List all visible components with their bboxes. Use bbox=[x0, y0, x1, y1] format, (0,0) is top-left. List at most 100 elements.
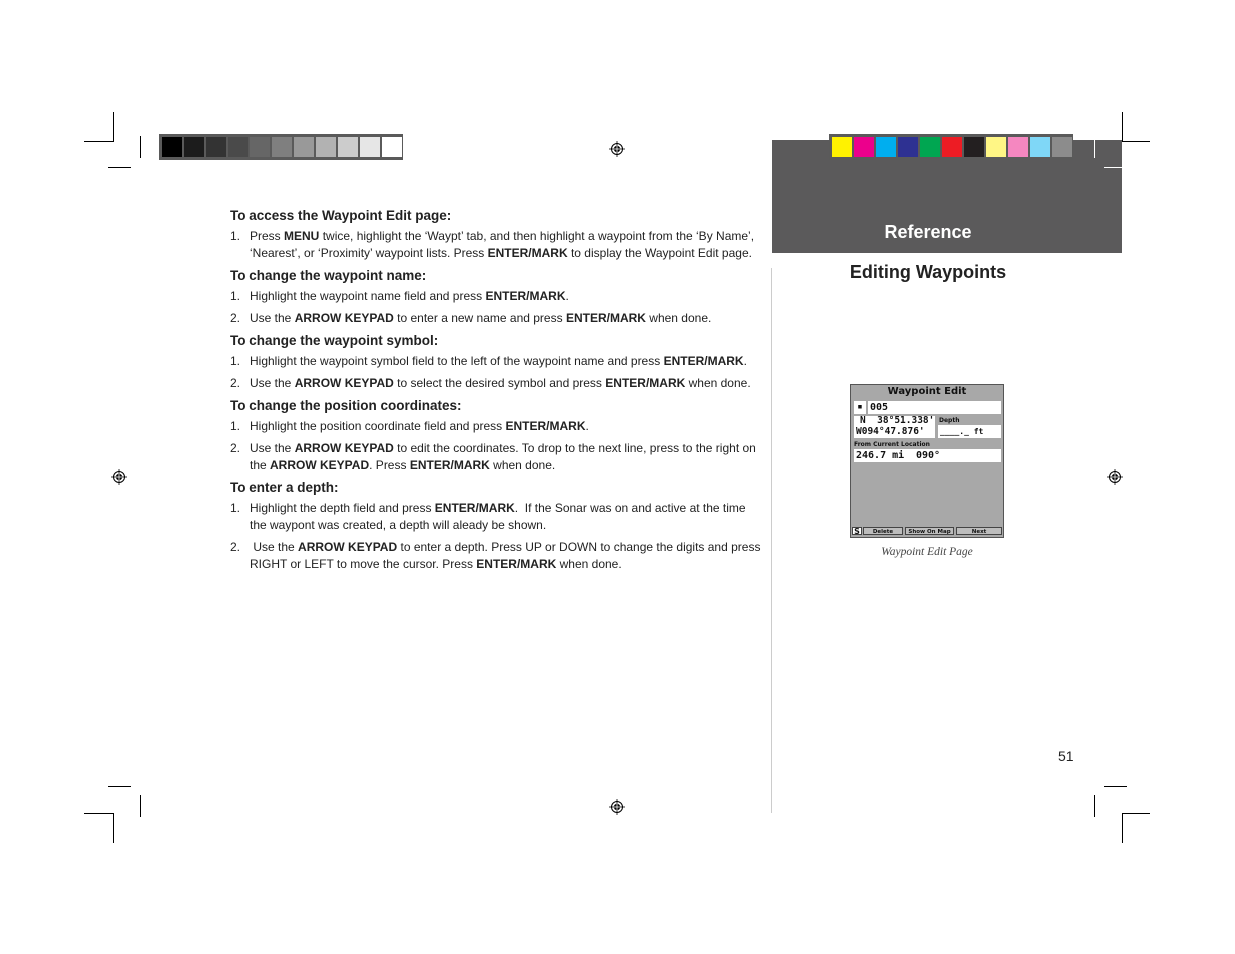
step-text: Press MENU twice, highlight the ‘Waypt’ … bbox=[250, 229, 755, 260]
calibration-swatch bbox=[876, 137, 896, 157]
calibration-swatch bbox=[1008, 137, 1028, 157]
page-title: Editing Waypoints bbox=[849, 262, 1007, 282]
instruction-heading: To change the waypoint name: bbox=[230, 268, 427, 283]
crop-mark bbox=[1104, 167, 1127, 168]
calibration-swatch bbox=[360, 137, 380, 157]
waypoint-name: 005 bbox=[870, 402, 889, 413]
crop-mark bbox=[1122, 813, 1150, 814]
registration-mark-icon bbox=[609, 799, 625, 815]
waypoint-edit-screen: Waypoint Edit ▪ 005 N 38°51.338' W094°47… bbox=[850, 384, 1004, 538]
step-number: 2. bbox=[230, 376, 241, 390]
crop-mark bbox=[108, 167, 131, 168]
crop-mark bbox=[1122, 141, 1150, 142]
calibration-swatch bbox=[986, 137, 1006, 157]
calibration-swatch bbox=[162, 137, 182, 157]
registration-mark-icon bbox=[111, 469, 127, 485]
step-number: 2. bbox=[230, 311, 241, 325]
calibration-swatch bbox=[832, 137, 852, 157]
instruction-heading: To change the position coordinates: bbox=[230, 398, 462, 413]
next-button[interactable]: Next bbox=[956, 527, 1002, 535]
calibration-swatch bbox=[854, 137, 874, 157]
step-text: Use the ARROW KEYPAD to edit the coordin… bbox=[250, 441, 756, 472]
crop-mark bbox=[1122, 112, 1123, 142]
instruction-heading: To change the waypoint symbol: bbox=[230, 333, 439, 348]
calibration-swatch bbox=[1030, 137, 1050, 157]
column-divider bbox=[771, 268, 772, 813]
from-current-location-label: From Current Location bbox=[854, 441, 930, 448]
registration-mark-icon bbox=[609, 141, 625, 157]
step-number: 2. bbox=[230, 540, 241, 554]
calibration-swatch bbox=[294, 137, 314, 157]
instruction-step: 1. Press MENU twice, highlight the ‘Waypt… bbox=[230, 228, 762, 262]
step-number: 1. bbox=[230, 229, 241, 243]
instruction-step: 1. Highlight the waypoint symbol field to… bbox=[230, 353, 762, 370]
screen-title: Waypoint Edit bbox=[887, 386, 967, 397]
symbol-field[interactable]: ▪ bbox=[854, 401, 866, 414]
step-number: 1. bbox=[230, 289, 241, 303]
calibration-swatch bbox=[250, 137, 270, 157]
soft-key-indicator: S bbox=[852, 527, 862, 536]
calibration-swatch bbox=[964, 137, 984, 157]
depth-field[interactable]: ____._ ft bbox=[938, 425, 1001, 438]
distance-bearing-field: 246.7 mi 090° bbox=[854, 449, 1001, 462]
grayscale-calibration-bar bbox=[159, 134, 403, 160]
instruction-step: 2. Use the ARROW KEYPAD to edit the coord… bbox=[230, 440, 762, 474]
registration-mark-icon bbox=[1107, 469, 1123, 485]
step-text: Use the ARROW KEYPAD to enter a depth. P… bbox=[250, 540, 761, 571]
show-on-map-button[interactable]: Show On Map bbox=[905, 527, 954, 535]
name-field[interactable]: 005 bbox=[868, 401, 1001, 414]
calibration-swatch bbox=[272, 137, 292, 157]
calibration-swatch bbox=[316, 137, 336, 157]
calibration-swatch bbox=[228, 137, 248, 157]
calibration-swatch bbox=[920, 137, 940, 157]
section-label: Reference bbox=[884, 222, 972, 242]
page-number: 51 bbox=[1058, 748, 1074, 764]
step-text: Highlight the depth field and press ENTE… bbox=[250, 501, 746, 532]
crop-mark bbox=[140, 795, 141, 817]
delete-button[interactable]: Delete bbox=[863, 527, 903, 535]
instruction-step: 1. Highlight the waypoint name field and … bbox=[230, 288, 762, 305]
crop-mark bbox=[1104, 786, 1127, 787]
step-text: Highlight the waypoint symbol field to t… bbox=[250, 354, 747, 368]
step-text: Use the ARROW KEYPAD to enter a new name… bbox=[250, 311, 712, 325]
distance: 246.7 mi bbox=[856, 450, 905, 461]
crop-mark bbox=[113, 112, 114, 142]
step-number: 1. bbox=[230, 501, 241, 515]
instruction-step: 2. Use the ARROW KEYPAD to enter a new na… bbox=[230, 310, 762, 327]
instruction-step: 2. Use the ARROW KEYPAD to select the des… bbox=[230, 375, 762, 392]
calibration-swatch bbox=[1052, 137, 1072, 157]
crop-mark bbox=[1122, 813, 1123, 843]
crop-mark bbox=[1094, 136, 1095, 158]
crop-mark bbox=[1094, 795, 1095, 817]
crop-mark bbox=[84, 141, 114, 142]
calibration-swatch bbox=[898, 137, 918, 157]
position-field[interactable]: N 38°51.338' W094°47.876' bbox=[854, 415, 935, 438]
instruction-step: 1. Highlight the position coordinate fiel… bbox=[230, 418, 762, 435]
calibration-swatch bbox=[382, 137, 402, 157]
calibration-swatch bbox=[942, 137, 962, 157]
step-text: Highlight the waypoint name field and pr… bbox=[250, 289, 569, 303]
crop-mark bbox=[84, 813, 114, 814]
longitude: W094°47.876' bbox=[856, 425, 925, 437]
instructions: To access the Waypoint Edit page: 1. Press… bbox=[230, 207, 762, 578]
crop-mark bbox=[113, 813, 114, 843]
instruction-heading: To access the Waypoint Edit page: bbox=[230, 208, 452, 223]
crop-mark bbox=[108, 786, 131, 787]
step-number: 1. bbox=[230, 419, 241, 433]
waypoint-symbol-icon: ▪ bbox=[857, 402, 863, 412]
step-text: Highlight the position coordinate field … bbox=[250, 419, 589, 433]
step-number: 2. bbox=[230, 441, 241, 455]
calibration-swatch bbox=[338, 137, 358, 157]
instruction-step: 2. Use the ARROW KEYPAD to enter a depth… bbox=[230, 539, 762, 573]
bearing: 090° bbox=[916, 450, 941, 461]
color-calibration-bar bbox=[829, 134, 1073, 160]
instruction-step: 1. Highlight the depth field and press EN… bbox=[230, 500, 762, 534]
crop-mark bbox=[140, 136, 141, 158]
instruction-heading: To enter a depth: bbox=[230, 480, 339, 495]
step-text: Use the ARROW KEYPAD to select the desir… bbox=[250, 376, 751, 390]
latitude: N 38°51.338' bbox=[860, 415, 935, 426]
step-number: 1. bbox=[230, 354, 241, 368]
figure-caption: Waypoint Edit Page bbox=[881, 546, 973, 558]
calibration-swatch bbox=[184, 137, 204, 157]
depth-label: Depth bbox=[939, 417, 960, 424]
